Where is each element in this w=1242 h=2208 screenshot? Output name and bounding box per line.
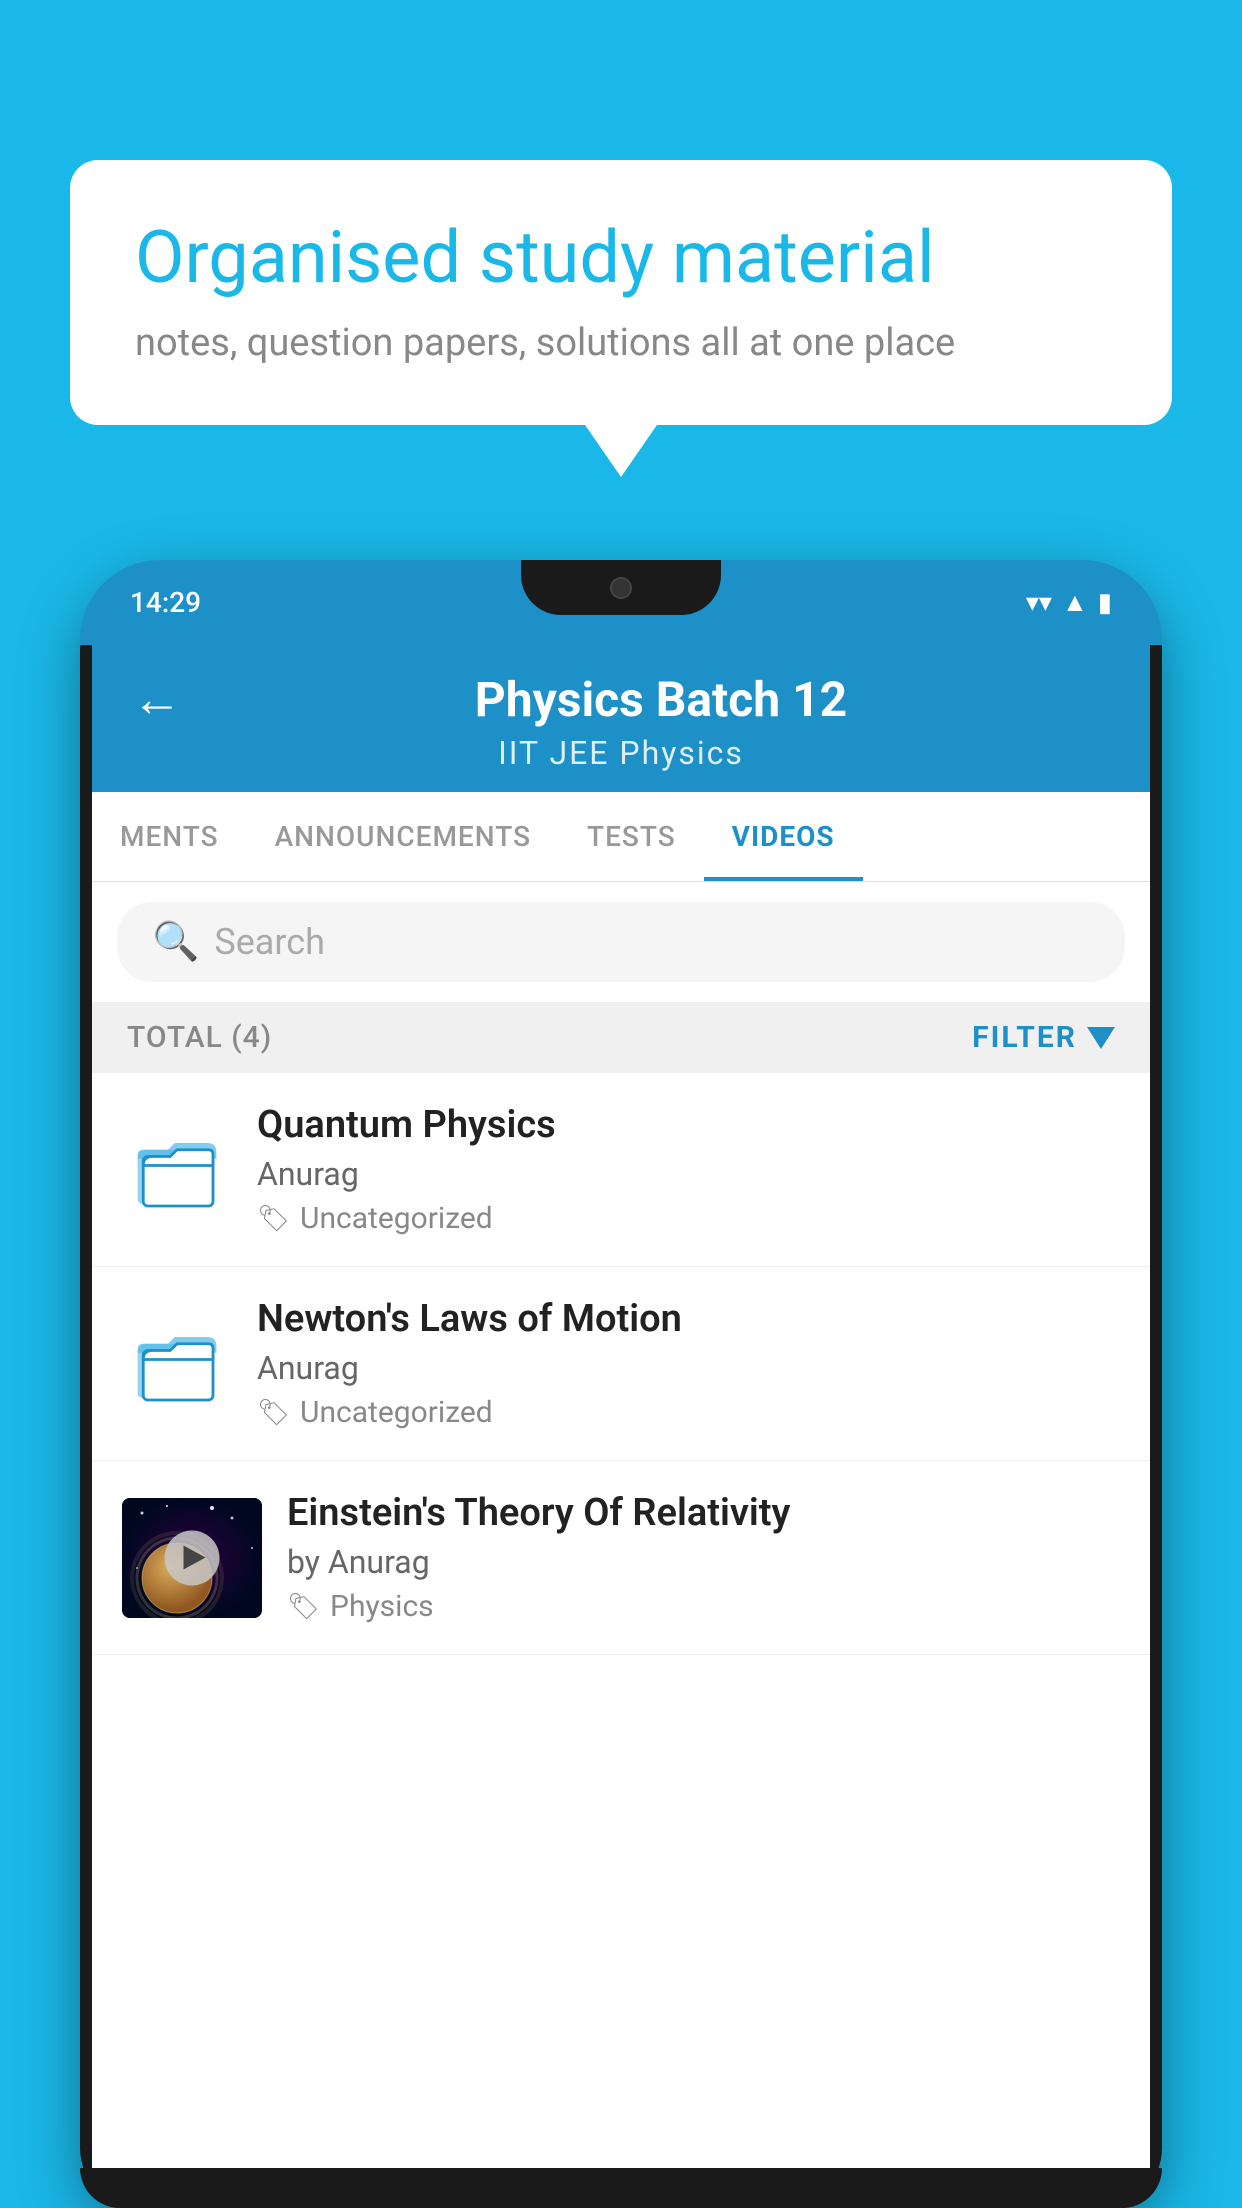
tag-label: Uncategorized — [300, 1201, 493, 1236]
search-icon: 🔍 — [152, 920, 199, 964]
tab-ments[interactable]: MENTS — [92, 792, 247, 881]
play-button[interactable] — [165, 1530, 220, 1585]
video-info: Einstein's Theory Of Relativity by Anura… — [287, 1491, 1120, 1624]
tag-label: Physics — [330, 1589, 434, 1624]
tab-announcements[interactable]: ANNOUNCEMENTS — [247, 792, 559, 881]
wifi-icon: ▾▾ — [1026, 588, 1052, 618]
phone-screen: ← Physics Batch 12 IIT JEE Physics MENTS… — [92, 645, 1150, 2168]
search-box[interactable]: 🔍 Search — [117, 902, 1125, 982]
video-author: Anurag — [257, 1155, 1120, 1193]
video-tag: 🏷 Physics — [287, 1589, 1120, 1624]
total-count: TOTAL (4) — [127, 1020, 272, 1055]
search-placeholder: Search — [214, 921, 325, 963]
signal-icon: ▲ — [1062, 587, 1088, 618]
folder-icon — [132, 1319, 222, 1409]
camera — [610, 577, 632, 599]
header-row: ← Physics Batch 12 — [132, 670, 1110, 729]
video-thumbnail — [122, 1498, 262, 1618]
filter-button[interactable]: FILTER — [972, 1020, 1115, 1055]
tag-icon: 🏷 — [257, 1204, 290, 1234]
bubble-subtitle: notes, question papers, solutions all at… — [135, 321, 1107, 365]
tag-icon: 🏷 — [287, 1592, 320, 1622]
breadcrumb: IIT JEE Physics — [498, 734, 744, 772]
filter-bar: TOTAL (4) FILTER — [92, 1002, 1150, 1073]
status-time: 14:29 — [130, 586, 201, 619]
tab-videos[interactable]: VIDEOS — [704, 792, 863, 881]
status-icons: ▾▾ ▲ ▮ — [1026, 587, 1112, 618]
video-title: Quantum Physics — [257, 1103, 1120, 1147]
phone-notch — [521, 560, 721, 615]
folder-icon — [132, 1125, 222, 1215]
video-tag: 🏷 Uncategorized — [257, 1395, 1120, 1430]
speech-bubble-container: Organised study material notes, question… — [70, 160, 1172, 425]
tab-tests[interactable]: TESTS — [559, 792, 704, 881]
video-author: Anurag — [257, 1349, 1120, 1387]
phone-bottom — [80, 2168, 1162, 2208]
folder-icon-container — [122, 1115, 232, 1225]
filter-label: FILTER — [972, 1020, 1077, 1055]
app-header: ← Physics Batch 12 IIT JEE Physics — [92, 645, 1150, 792]
video-author: by Anurag — [287, 1543, 1120, 1581]
phone-mockup: 14:29 ▾▾ ▲ ▮ ← Physics Batch 12 IIT JEE … — [80, 560, 1162, 2208]
video-title: Newton's Laws of Motion — [257, 1297, 1120, 1341]
status-bar: 14:29 ▾▾ ▲ ▮ — [80, 560, 1162, 645]
list-item[interactable]: Einstein's Theory Of Relativity by Anura… — [92, 1461, 1150, 1655]
video-tag: 🏷 Uncategorized — [257, 1201, 1120, 1236]
tag-icon: 🏷 — [257, 1398, 290, 1428]
video-title: Einstein's Theory Of Relativity — [287, 1491, 1120, 1535]
tag-label: Uncategorized — [300, 1395, 493, 1430]
tabs-container: MENTS ANNOUNCEMENTS TESTS VIDEOS — [92, 792, 1150, 882]
speech-bubble: Organised study material notes, question… — [70, 160, 1172, 425]
folder-icon-container — [122, 1309, 232, 1419]
thumbnail-bg — [122, 1498, 262, 1618]
list-item[interactable]: Quantum Physics Anurag 🏷 Uncategorized — [92, 1073, 1150, 1267]
video-info: Quantum Physics Anurag 🏷 Uncategorized — [257, 1103, 1120, 1236]
bubble-title: Organised study material — [135, 215, 1107, 301]
battery-icon: ▮ — [1098, 588, 1112, 618]
page-title: Physics Batch 12 — [212, 671, 1110, 728]
search-container: 🔍 Search — [92, 882, 1150, 1002]
video-info: Newton's Laws of Motion Anurag 🏷 Uncateg… — [257, 1297, 1120, 1430]
play-icon — [183, 1546, 205, 1570]
filter-icon — [1087, 1027, 1115, 1049]
back-button[interactable]: ← — [132, 670, 182, 729]
list-item[interactable]: Newton's Laws of Motion Anurag 🏷 Uncateg… — [92, 1267, 1150, 1461]
video-list: Quantum Physics Anurag 🏷 Uncategorized — [92, 1073, 1150, 1655]
